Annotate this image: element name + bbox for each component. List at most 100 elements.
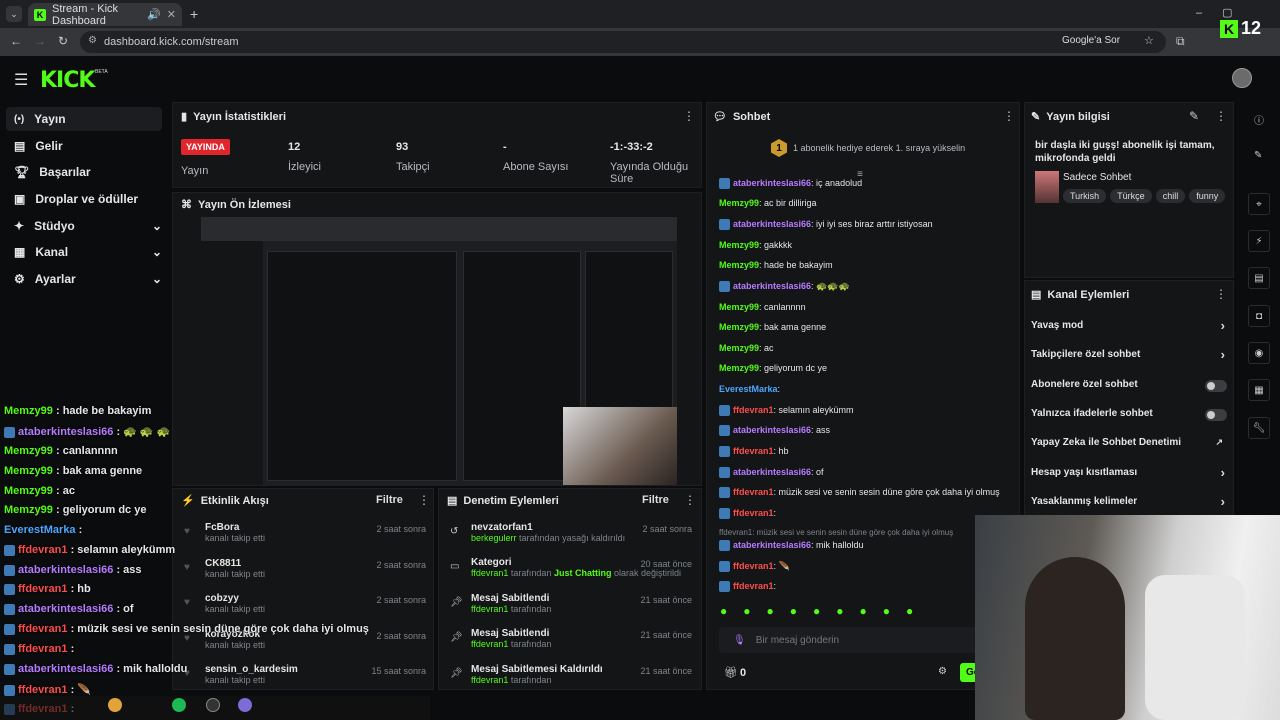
chat-username[interactable]: Memzy99 — [719, 343, 759, 353]
chat-message[interactable]: ffdevran1: selamın aleykümm — [719, 405, 854, 417]
moderation-item[interactable]: ▭ Kategori ffdevran1 tarafından Just Chatt… — [450, 557, 692, 578]
moderation-filter-button[interactable]: Filtre — [642, 494, 669, 506]
google-ask-button[interactable]: Google'a Sor — [1062, 35, 1120, 46]
chat-message[interactable]: ffdevran1: müzik sesi ve senin sesin dün… — [719, 487, 1000, 499]
channel-action-row[interactable]: Yapay Zeka ile Sohbet Denetimi ↗ — [1031, 437, 1227, 453]
activity-item[interactable]: ♥ cobzyy kanalı takip etti 2 saat sonra — [184, 593, 426, 614]
chat-username[interactable]: Memzy99 — [719, 302, 759, 312]
forward-icon[interactable]: → — [34, 34, 46, 48]
reload-icon[interactable]: ↻ — [58, 34, 68, 48]
rail-target-icon[interactable]: ⌖ — [1248, 193, 1270, 215]
chat-username[interactable]: ffdevran1 — [733, 405, 774, 415]
sidebar-item-basarilar[interactable]: 🏆︎ Başarılar — [6, 160, 162, 184]
channel-action-row[interactable]: Hesap yaşı kısıtlaması › — [1031, 465, 1227, 483]
edit-stream-info-icon[interactable]: ✎ — [1189, 109, 1199, 123]
rail-chat-icon[interactable]: ◘ — [1248, 305, 1270, 327]
chat-more-icon[interactable]: ⋮ — [1003, 109, 1015, 123]
stats-more-icon[interactable]: ⋮ — [683, 109, 695, 123]
rail-broadcast-icon[interactable]: ◉ — [1248, 342, 1270, 364]
chat-message[interactable]: ataberkinteslasi66: ass — [719, 425, 830, 437]
bookmark-star-icon[interactable]: ☆ — [1144, 34, 1154, 47]
sidebar-item-yayin[interactable]: (•) Yayın — [6, 107, 162, 131]
tag-chip[interactable]: funny — [1189, 189, 1226, 203]
chat-message[interactable]: Memzy99: gakkkk — [719, 240, 792, 250]
chat-username[interactable]: ffdevran1 — [733, 487, 774, 497]
tag-chip[interactable]: Turkish — [1063, 189, 1107, 203]
chat-message[interactable]: ffdevran1: hb — [719, 446, 789, 458]
emote-row[interactable]: ●●●●●●●●● — [720, 604, 929, 618]
sidebar-item-studyo[interactable]: ✦ Stüdyo ⌄ — [6, 214, 162, 238]
moderation-item[interactable]: 📌︎ Mesaj Sabitlendi ffdevran1 tarafından 2… — [450, 628, 692, 649]
channel-action-row[interactable]: Takipçilere özel sohbet › — [1031, 347, 1227, 365]
channel-action-row[interactable]: Yalnızca ifadelerle sohbet — [1031, 408, 1227, 424]
kick-logo[interactable]: KICK — [40, 68, 95, 93]
activity-item[interactable]: ♥ sensin_o_kardesim kanalı takip etti 15 sa… — [184, 664, 426, 685]
chat-username[interactable]: Memzy99 — [719, 322, 759, 332]
tab-search-icon[interactable]: ⌄ — [6, 6, 22, 22]
stream-info-more-icon[interactable]: ⋮ — [1215, 109, 1227, 123]
site-info-icon[interactable]: ⚙ — [88, 35, 97, 46]
chat-input[interactable]: 🎙︎ Bir mesaj gönderin — [719, 627, 977, 653]
channel-action-row[interactable]: Abonelere özel sohbet — [1031, 379, 1227, 395]
activity-filter-button[interactable]: Filtre — [376, 494, 403, 506]
taskbar-discord-icon[interactable] — [238, 698, 252, 712]
chat-message[interactable]: ffdevran1: — [719, 508, 776, 520]
taskbar-chrome-icon[interactable] — [108, 698, 122, 712]
stream-preview-video[interactable] — [201, 217, 677, 485]
gift-banner[interactable]: 1 1 abonelik hediye ederek 1. sıraya yük… — [771, 139, 965, 157]
tab-close-icon[interactable]: ✕ — [167, 8, 176, 21]
channel-action-row[interactable]: Yavaş mod › — [1031, 318, 1227, 336]
chat-username[interactable]: ataberkinteslasi66 — [733, 219, 811, 229]
chat-username[interactable]: ffdevran1 — [733, 446, 774, 456]
hamburger-menu-icon[interactable]: ☰ — [14, 70, 28, 90]
chat-message[interactable]: ffdevran1: 🪶 — [719, 561, 790, 573]
rail-lightning-icon[interactable]: ⚡︎ — [1248, 230, 1270, 252]
sidebar-item-gelir[interactable]: ▤ Gelir — [6, 134, 162, 158]
chat-username[interactable]: ffdevran1 — [733, 581, 774, 591]
chat-username[interactable]: ataberkinteslasi66 — [733, 178, 811, 188]
chat-message[interactable]: ataberkinteslasi66: mik halloldu — [719, 540, 864, 552]
chat-username[interactable]: ataberkinteslasi66 — [733, 467, 811, 477]
back-icon[interactable]: ← — [10, 34, 22, 48]
chat-message[interactable]: ataberkinteslasi66: of — [719, 467, 824, 479]
chat-username[interactable]: ffdevran1 — [733, 561, 774, 571]
activity-item[interactable]: ♥ FcBora kanalı takip etti 2 saat sonra — [184, 522, 426, 543]
chat-username[interactable]: EverestMarka — [719, 384, 778, 394]
chat-message[interactable]: ataberkinteslasi66: iyi iyi ses biraz ar… — [719, 219, 933, 231]
chat-message[interactable]: Memzy99: canlannnn — [719, 302, 806, 312]
tag-chip[interactable]: Türkçe — [1110, 189, 1152, 203]
chat-username[interactable]: Memzy99 — [719, 240, 759, 250]
chat-settings-icon[interactable]: ⚙ — [938, 666, 947, 677]
sidebar-item-droplar[interactable]: ▣ Droplar ve ödüller — [6, 187, 162, 211]
toggle-switch[interactable] — [1205, 409, 1227, 421]
url-field[interactable]: ⚙ dashboard.kick.com/stream Google'a Sor… — [80, 31, 1166, 53]
chat-message[interactable]: ffdevran1: — [719, 581, 776, 593]
chat-message[interactable]: Memzy99: bak ama genne — [719, 322, 826, 332]
chat-message[interactable]: ataberkinteslasi66: iç anadolud — [719, 178, 862, 190]
taskbar-spotify-icon[interactable] — [172, 698, 186, 712]
toggle-switch[interactable] — [1205, 380, 1227, 392]
tag-chip[interactable]: chill — [1155, 189, 1186, 203]
taskbar-obs-icon[interactable] — [206, 698, 220, 712]
rail-list-icon[interactable]: ▤ — [1248, 267, 1270, 289]
moderation-item[interactable]: ↺ nevzatorfan1 berkegulerr tarafından yasa… — [450, 522, 692, 543]
rail-wrench-icon[interactable]: 🔧︎ — [1248, 417, 1270, 439]
channel-actions-more-icon[interactable]: ⋮ — [1215, 287, 1227, 301]
chat-username[interactable]: Memzy99 — [719, 260, 759, 270]
moderation-more-icon[interactable]: ⋮ — [684, 493, 696, 507]
chat-message[interactable]: Memzy99: ac — [719, 343, 774, 353]
chat-message[interactable]: Memzy99: hade be bakayim — [719, 260, 833, 270]
sidebar-item-ayarlar[interactable]: ⚙ Ayarlar ⌄ — [6, 267, 162, 291]
rail-pencil-icon[interactable]: ✎ — [1254, 150, 1262, 161]
sidebar-item-kanal[interactable]: ▦ Kanal ⌄ — [6, 240, 162, 264]
channel-action-row[interactable]: Yasaklanmış kelimeler › — [1031, 494, 1227, 512]
moderation-item[interactable]: 📌︎ Mesaj Sabitlendi ffdevran1 tarafından 2… — [450, 593, 692, 614]
activity-item[interactable]: ♥ CK8811 kanalı takip etti 2 saat sonra — [184, 558, 426, 579]
chat-message[interactable]: ataberkinteslasi66: 🐢🐢🐢 — [719, 281, 850, 293]
activity-more-icon[interactable]: ⋮ — [418, 493, 430, 507]
gift-box-icon[interactable]: 🎁︎ — [724, 666, 738, 679]
extensions-icon[interactable]: ⧉ — [1176, 34, 1185, 49]
user-avatar[interactable] — [1232, 68, 1252, 88]
chat-username[interactable]: ffdevran1 — [733, 508, 774, 518]
new-tab-button[interactable]: + — [190, 6, 198, 22]
